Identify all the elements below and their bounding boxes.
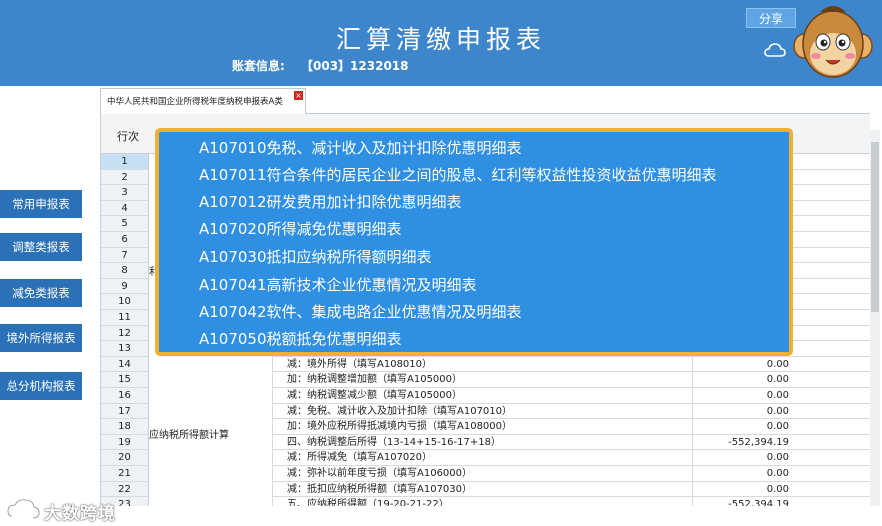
sidebar-item-overseas-income-reports[interactable]: 境外所得报表 bbox=[0, 324, 82, 352]
account-label: 账套信息: bbox=[232, 59, 285, 73]
account-value: 【003】1232018 bbox=[301, 59, 409, 73]
row-number: 8 bbox=[101, 263, 149, 279]
sidebar-item-exemption-reports[interactable]: 减免类报表 bbox=[0, 279, 82, 307]
sidebar-item-branch-reports[interactable]: 总分机构报表 bbox=[0, 372, 82, 400]
row-description: 减：所得减免（填写A107020） bbox=[273, 450, 693, 466]
table-row[interactable]: 17 减：免税、减计收入及加计扣除（填写A107010） 0.00 bbox=[101, 403, 870, 420]
row-number: 17 bbox=[101, 403, 149, 420]
row-description: 减：境外所得（填写A108010） bbox=[273, 356, 693, 373]
schedule-popup-menu: A107010免税、减计收入及加计扣除优惠明细表 A107011符合条件的居民企… bbox=[155, 128, 793, 356]
column-header-row-number: 行次 bbox=[117, 130, 139, 143]
row-amount[interactable]: 0.00 bbox=[693, 450, 870, 466]
row-category-cell bbox=[149, 388, 273, 404]
row-description: 减：抵扣应纳税所得额（填写A107030） bbox=[273, 481, 693, 498]
row-number: 14 bbox=[101, 356, 149, 373]
row-number: 16 bbox=[101, 388, 149, 404]
row-category-cell bbox=[149, 372, 273, 388]
row-description: 四、纳税调整后所得（13-14+15-16-17+18） bbox=[273, 434, 693, 451]
row-number: 19 bbox=[101, 434, 149, 451]
row-number: 18 bbox=[101, 419, 149, 435]
row-description: 加：纳税调整增加额（填写A105000） bbox=[273, 372, 693, 388]
table-row[interactable]: 14 减：境外所得（填写A108010） 0.00 bbox=[101, 356, 870, 373]
popup-item-a107042[interactable]: A107042软件、集成电路企业优惠情况及明细表 bbox=[199, 299, 522, 325]
row-category-cell bbox=[149, 403, 273, 420]
row-description: 减：免税、减计收入及加计扣除（填写A107010） bbox=[273, 403, 693, 420]
row-number: 12 bbox=[101, 325, 149, 342]
monkey-mascot-icon bbox=[793, 6, 873, 78]
share-button[interactable]: 分享 bbox=[746, 8, 796, 28]
tab-label: 中华人民共和国企业所得税年度纳税申报表A类 bbox=[107, 97, 283, 107]
row-amount[interactable]: 0.00 bbox=[693, 419, 870, 435]
popup-item-a107030[interactable]: A107030抵扣应纳税所得额明细表 bbox=[199, 244, 432, 270]
scrollbar-thumb[interactable] bbox=[871, 142, 879, 312]
row-number: 7 bbox=[101, 247, 149, 264]
app-header: 汇算清缴申报表 账套信息: 【003】1232018 分享 bbox=[0, 0, 882, 86]
table-row[interactable]: 20 减：所得减免（填写A107020） 0.00 bbox=[101, 450, 870, 466]
row-category-cell bbox=[149, 356, 273, 373]
table-row[interactable]: 23 五、应纳税所得额（19-20-21-22） -552,394.19 bbox=[101, 497, 870, 506]
row-number: 21 bbox=[101, 466, 149, 482]
row-description: 加：境外应税所得抵减境内亏损（填写A108000） bbox=[273, 419, 693, 435]
row-number: 9 bbox=[101, 278, 149, 295]
popup-item-a107050[interactable]: A107050税额抵免优惠明细表 bbox=[199, 326, 402, 352]
row-amount[interactable]: 0.00 bbox=[693, 372, 870, 388]
row-description: 减：弥补以前年度亏损（填写A106000） bbox=[273, 466, 693, 482]
row-number: 1 bbox=[101, 154, 149, 170]
popup-item-a107020[interactable]: A107020所得减免优惠明细表 bbox=[199, 216, 402, 242]
row-category-cell bbox=[149, 497, 273, 506]
row-amount[interactable]: 0.00 bbox=[693, 357, 870, 373]
row-category-cell bbox=[149, 450, 273, 466]
table-row[interactable]: 15 加：纳税调整增加额（填写A105000） 0.00 bbox=[101, 372, 870, 388]
row-number: 22 bbox=[101, 481, 149, 498]
watermark-logo-icon bbox=[6, 498, 41, 520]
row-number: 5 bbox=[101, 216, 149, 232]
tab-strip: 中华人民共和国企业所得税年度纳税申报表A类 × bbox=[100, 88, 870, 114]
table-row[interactable]: 16 减：纳税调整减少额（填写A105000） 0.00 bbox=[101, 388, 870, 404]
row-number: 20 bbox=[101, 450, 149, 466]
row-number: 4 bbox=[101, 200, 149, 217]
tab-annual-tax-return-a[interactable]: 中华人民共和国企业所得税年度纳税申报表A类 × bbox=[100, 88, 306, 114]
watermark-text: 大数跨境 bbox=[44, 504, 116, 524]
close-icon[interactable]: × bbox=[294, 91, 303, 100]
popup-item-a107011[interactable]: A107011符合条件的居民企业之间的股息、红利等权益性投资收益优惠明细表 bbox=[199, 162, 717, 188]
table-row[interactable]: 21 减：弥补以前年度亏损（填写A106000） 0.00 bbox=[101, 466, 870, 482]
row-category-label: 应纳税所得额计算 bbox=[149, 430, 229, 441]
vertical-scrollbar[interactable] bbox=[870, 130, 880, 506]
row-category-cell bbox=[149, 466, 273, 482]
row-number: 6 bbox=[101, 232, 149, 248]
sidebar-item-adjustment-reports[interactable]: 调整类报表 bbox=[0, 233, 82, 261]
table-row[interactable]: 22 减：抵扣应纳税所得额（填写A107030） 0.00 bbox=[101, 481, 870, 498]
sidebar-item-common-reports[interactable]: 常用申报表 bbox=[0, 190, 82, 218]
popup-item-a107010[interactable]: A107010免税、减计收入及加计扣除优惠明细表 bbox=[199, 135, 522, 161]
row-amount[interactable]: 0.00 bbox=[693, 404, 870, 420]
row-description: 减：纳税调整减少额（填写A105000） bbox=[273, 388, 693, 404]
row-amount[interactable]: 0.00 bbox=[693, 388, 870, 404]
row-number: 15 bbox=[101, 372, 149, 388]
row-number: 3 bbox=[101, 185, 149, 201]
row-amount[interactable]: -552,394.19 bbox=[693, 435, 870, 451]
row-amount[interactable]: 0.00 bbox=[693, 482, 870, 498]
row-category-cell bbox=[149, 481, 273, 498]
row-number: 11 bbox=[101, 310, 149, 326]
popup-item-a107012[interactable]: A107012研发费用加计扣除优惠明细表 bbox=[199, 189, 462, 215]
row-number: 13 bbox=[101, 341, 149, 357]
account-info: 账套信息: 【003】1232018 bbox=[232, 57, 409, 74]
row-description: 五、应纳税所得额（19-20-21-22） bbox=[273, 497, 693, 506]
popup-item-a107041[interactable]: A107041高新技术企业优惠情况及明细表 bbox=[199, 272, 477, 298]
row-amount[interactable]: 0.00 bbox=[693, 466, 870, 482]
row-number: 2 bbox=[101, 169, 149, 186]
cloud-icon[interactable] bbox=[764, 42, 786, 58]
row-number: 10 bbox=[101, 294, 149, 310]
row-amount[interactable]: -552,394.19 bbox=[693, 497, 870, 506]
